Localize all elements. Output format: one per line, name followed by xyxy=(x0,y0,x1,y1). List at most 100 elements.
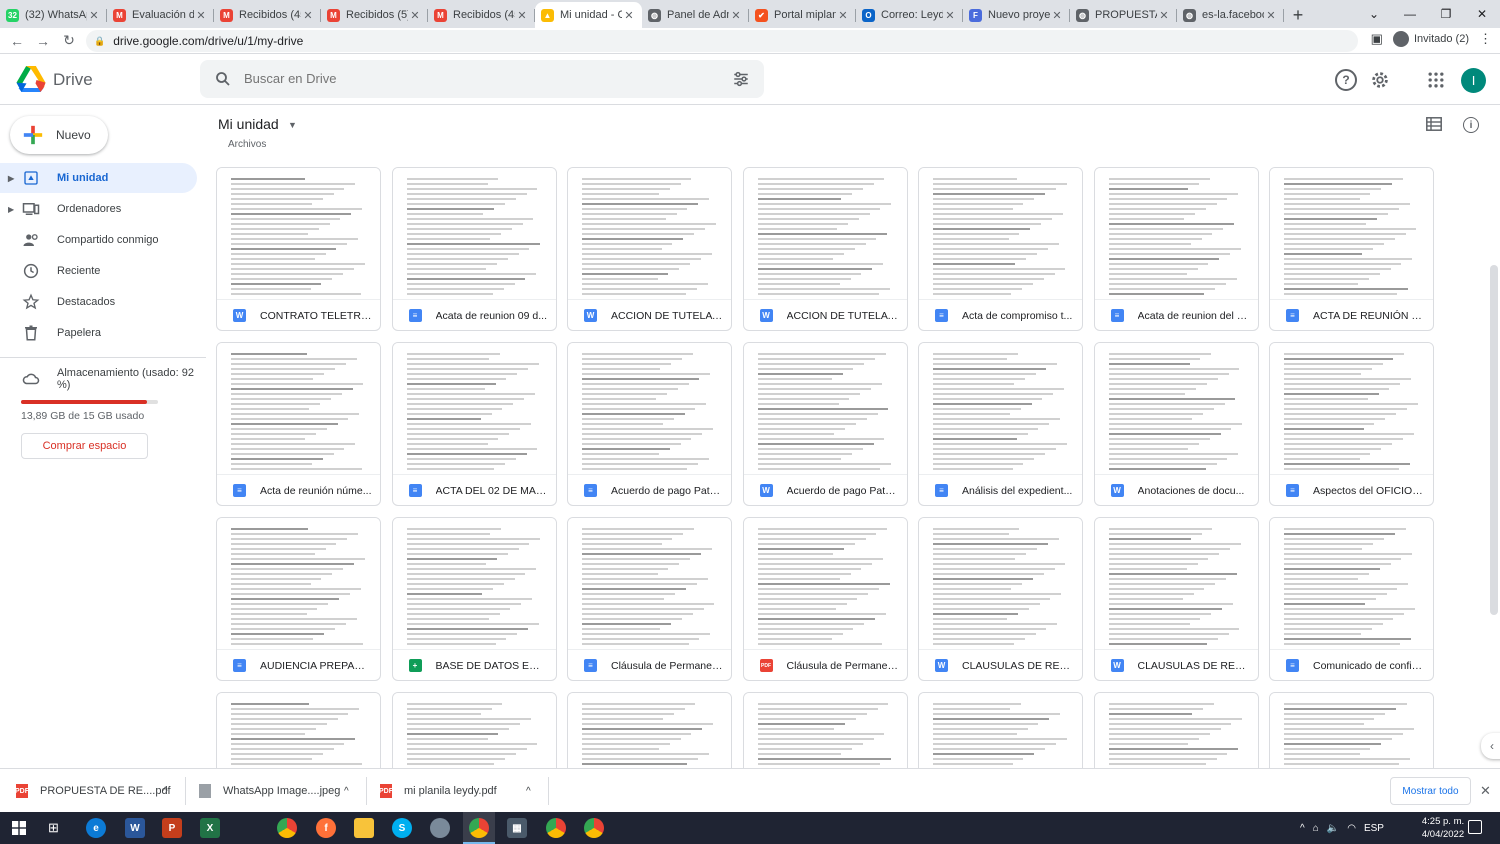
close-window-icon[interactable]: ✕ xyxy=(1464,0,1500,28)
close-tab-icon[interactable]: ✕ xyxy=(1050,9,1064,22)
file-card[interactable]: ≡ Acata de reunion del 23... xyxy=(1093,167,1259,331)
file-card[interactable]: W ACCION DE TUTELA ... xyxy=(742,167,908,331)
file-card-footer[interactable]: ≡ Acta de compromiso t... xyxy=(919,299,1082,330)
file-card-footer[interactable]: ≡ Acata de reunion 09 d... xyxy=(392,299,556,330)
app-icon[interactable] xyxy=(430,818,450,838)
download-item[interactable]: PDF PROPUESTA DE RE....pdf xyxy=(15,779,171,803)
browser-tab[interactable]: ▲ Mi unidad - G ✕ xyxy=(535,2,642,28)
file-card[interactable]: ≡ Comunicado de confid... xyxy=(1269,517,1434,681)
browser-tab[interactable]: 32 (32) WhatsApp✕ xyxy=(0,2,107,28)
close-tab-icon[interactable]: ✕ xyxy=(1157,9,1171,22)
browser-tab[interactable]: F Nuevo proyec ✕ xyxy=(963,2,1070,28)
file-card-footer[interactable]: ≡ Comunicado de confid... xyxy=(1270,649,1433,680)
edge-icon[interactable]: e xyxy=(86,818,106,838)
file-card-footer[interactable]: W CONTRATO TELETRA... xyxy=(217,299,380,330)
close-tab-icon[interactable]: ✕ xyxy=(836,9,850,22)
file-card[interactable]: W ACCION DE TUTELA J... xyxy=(567,167,732,331)
file-thumbnail[interactable] xyxy=(568,693,731,768)
file-thumbnail[interactable] xyxy=(1094,518,1258,649)
file-thumbnail[interactable] xyxy=(217,518,380,649)
new-button[interactable]: Nuevo xyxy=(10,116,108,154)
file-card-footer[interactable]: ≡ Acuerdo de pago Patri... xyxy=(568,474,731,505)
search-box[interactable] xyxy=(200,60,764,98)
file-thumbnail[interactable] xyxy=(568,343,731,474)
browser-tab[interactable]: M Recibidos (45 ✕ xyxy=(214,2,321,28)
page-title[interactable]: Mi unidad xyxy=(218,116,279,132)
file-card[interactable]: ≡ xyxy=(1093,692,1259,768)
close-tab-icon[interactable]: ✕ xyxy=(729,9,743,22)
wifi-icon[interactable]: ◠ xyxy=(1347,823,1356,834)
storage-item[interactable]: Almacenamiento (usado: 92 %) xyxy=(0,364,206,394)
file-card[interactable]: ≡ Acta de reunión núme... xyxy=(216,342,381,506)
file-thumbnail[interactable] xyxy=(743,168,907,299)
file-card[interactable]: ≡ Acata de reunion 09 d... xyxy=(391,167,557,331)
file-card-footer[interactable]: ≡ Acta de reunión núme... xyxy=(217,474,380,505)
file-card-footer[interactable]: ≡ Aspectos del OFICIO 2... xyxy=(1270,474,1433,505)
close-tab-icon[interactable]: ✕ xyxy=(408,9,422,22)
file-card[interactable]: ≡ AUDIENCIA PREPARA... xyxy=(216,517,381,681)
expand-caret-icon[interactable]: ▶ xyxy=(8,174,20,183)
profile-button[interactable]: Invitado (2) xyxy=(1392,31,1469,47)
download-item[interactable]: PDF mi planila leydy.pdf xyxy=(379,779,497,803)
download-item[interactable]: WhatsApp Image....jpeg xyxy=(199,779,340,803)
tab-search-icon[interactable]: ⌄ xyxy=(1356,0,1392,28)
url-bar[interactable]: 🔒 drive.google.com/drive/u/1/my-drive xyxy=(86,30,1358,52)
reading-list-icon[interactable]: ▣ xyxy=(1371,31,1383,47)
close-tab-icon[interactable]: ✕ xyxy=(1264,9,1278,22)
file-thumbnail[interactable] xyxy=(743,518,907,649)
buy-storage-button[interactable]: Comprar espacio xyxy=(21,433,148,459)
file-card-footer[interactable]: W Anotaciones de docu... xyxy=(1094,474,1258,505)
tray-chevron-icon[interactable]: ^ xyxy=(1300,823,1305,834)
account-avatar[interactable]: I xyxy=(1461,68,1486,93)
file-card-footer[interactable]: ≡ Acata de reunion del 23... xyxy=(1094,299,1258,330)
file-card[interactable]: W Anotaciones de docu... xyxy=(1093,342,1259,506)
browser-tab[interactable]: M Recibidos (45 ✕ xyxy=(428,2,535,28)
browser-tab[interactable]: M Recibidos (5) ✕ xyxy=(321,2,428,28)
network-icon[interactable]: ⌂ xyxy=(1313,823,1319,834)
list-view-icon[interactable] xyxy=(1426,117,1442,131)
restore-icon[interactable]: ❐ xyxy=(1428,0,1464,28)
reload-icon[interactable]: ↻ xyxy=(56,32,82,49)
browser-tab[interactable]: O Correo: Leydy✕ xyxy=(856,2,963,28)
file-card[interactable]: + BASE DE DATOS EMP... xyxy=(391,517,557,681)
new-tab-icon[interactable]: + xyxy=(1284,2,1312,28)
file-card[interactable]: ≡ ACTA DEL 02 DE MAR... xyxy=(391,342,557,506)
file-card[interactable]: ≡ xyxy=(567,692,732,768)
browser-tab[interactable]: M Evaluación de✕ xyxy=(107,2,214,28)
file-card[interactable]: ≡ Cláusula de Permanen... xyxy=(567,517,732,681)
chrome-profile-icon[interactable] xyxy=(546,818,566,838)
close-tab-icon[interactable]: ✕ xyxy=(622,9,636,22)
word-icon[interactable]: W xyxy=(125,818,145,838)
close-tab-icon[interactable]: ✕ xyxy=(515,9,529,22)
scrollbar-thumb[interactable] xyxy=(1490,265,1498,615)
powerpoint-icon[interactable]: P xyxy=(162,818,182,838)
file-card[interactable]: W Acuerdo de pago Patri... xyxy=(742,342,908,506)
file-thumbnail[interactable] xyxy=(217,693,380,768)
settings-gear-icon[interactable] xyxy=(1369,69,1391,91)
side-panel-toggle-icon[interactable]: ‹ xyxy=(1481,733,1500,759)
file-card[interactable]: W CLAUSULAS DE RESP... xyxy=(1093,517,1259,681)
file-explorer-icon[interactable] xyxy=(354,818,374,838)
file-card[interactable]: PDF Cláusula de Permanen... xyxy=(742,517,908,681)
file-thumbnail[interactable] xyxy=(1270,518,1433,649)
forward-icon[interactable]: → xyxy=(30,33,56,49)
file-thumbnail[interactable] xyxy=(1270,168,1433,299)
firefox-icon[interactable]: f xyxy=(316,818,336,838)
show-all-downloads-button[interactable]: Mostrar todo xyxy=(1390,777,1471,805)
browser-tab[interactable]: ◍ es-la.faceboo ✕ xyxy=(1177,2,1284,28)
file-card[interactable]: W CONTRATO TELETRA... xyxy=(216,167,381,331)
sidebar-item[interactable]: Destacados xyxy=(0,287,197,317)
volume-icon[interactable]: 🔈 xyxy=(1327,823,1339,834)
file-thumbnail[interactable] xyxy=(743,693,907,768)
file-thumbnail[interactable] xyxy=(568,168,731,299)
file-card-footer[interactable]: W CLAUSULAS DE RESP... xyxy=(1094,649,1258,680)
chrome-profile-2-icon[interactable] xyxy=(584,818,604,838)
file-card-footer[interactable]: W ACCION DE TUTELA ... xyxy=(743,299,907,330)
calculator-icon[interactable]: ▦ xyxy=(507,818,527,838)
minimize-icon[interactable]: — xyxy=(1392,0,1428,28)
close-tab-icon[interactable]: ✕ xyxy=(194,9,208,22)
file-thumbnail[interactable] xyxy=(743,343,907,474)
search-input[interactable] xyxy=(244,71,704,86)
file-card-footer[interactable]: ≡ AUDIENCIA PREPARA... xyxy=(217,649,380,680)
info-icon[interactable]: i xyxy=(1463,117,1479,133)
